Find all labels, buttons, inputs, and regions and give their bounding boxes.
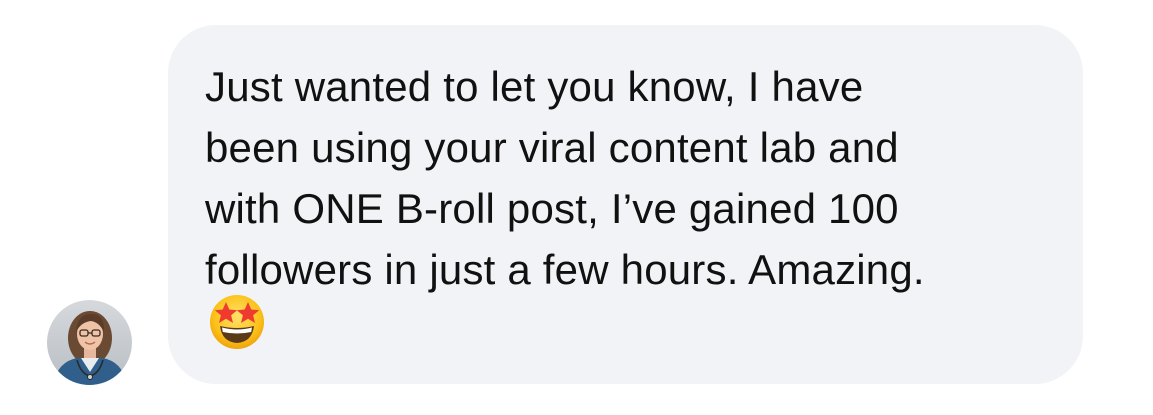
message-line: with ONE B-roll post, I’ve gained 100 [205,185,899,232]
message-line: been using your viral content lab and [205,124,899,171]
sender-avatar[interactable] [47,300,132,385]
star-struck-emoji-icon [206,290,268,352]
chat-thread: Just wanted to let you know, I have been… [0,0,1153,415]
message-line: followers in just a few hours. Amazing. [205,246,925,293]
message-text: Just wanted to let you know, I have been… [205,56,1065,300]
message-line: Just wanted to let you know, I have [205,63,864,110]
